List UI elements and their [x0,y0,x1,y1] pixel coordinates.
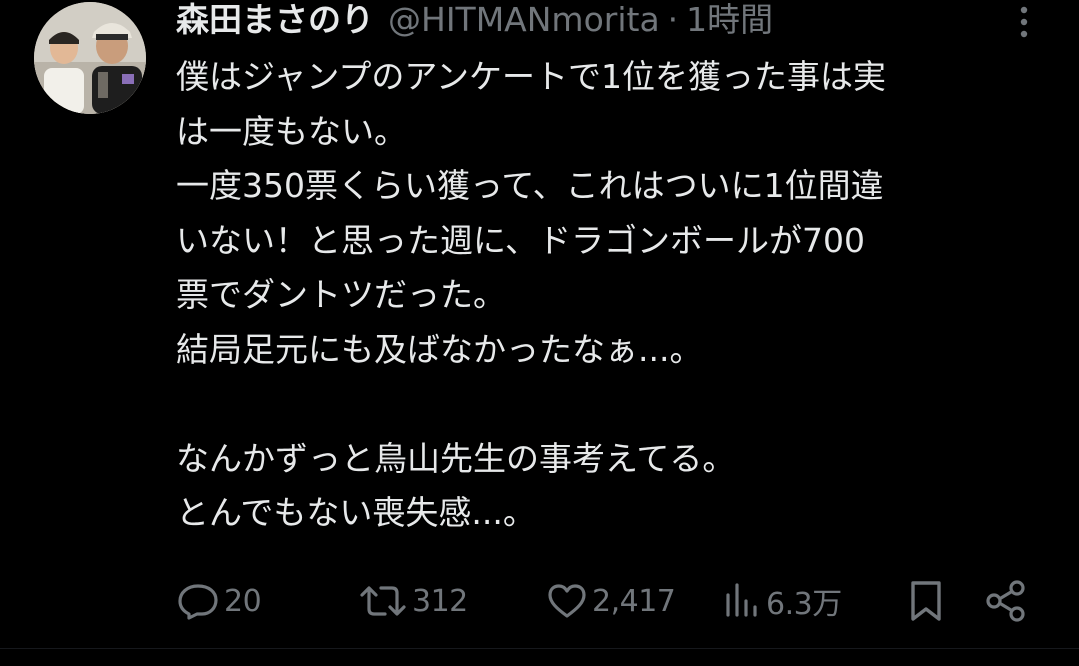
more-vertical-icon [1020,6,1028,38]
reply-button[interactable]: 20 [176,574,262,628]
like-count: 2,417 [592,583,676,619]
divider [0,648,1079,649]
avatar[interactable] [34,2,146,114]
tweet: 森田まさのり @HITMANmorita · 1時間 僕はジャンプのアンケートで… [0,0,1079,666]
tweet-timestamp[interactable]: 1時間 [686,0,773,40]
header-separator: · [667,0,679,39]
reply-icon [178,584,218,620]
share-button[interactable] [984,574,1028,628]
tweet-header: 森田まさのり @HITMANmorita · 1時間 [176,0,773,44]
view-count: 6.3万 [766,587,842,622]
tweet-line: いない！と思った週に、ドラゴンボールが700 [176,220,865,260]
author-handle[interactable]: @HITMANmorita [388,0,660,40]
share-icon [986,580,1025,622]
bookmark-button[interactable] [906,574,946,628]
tweet-line: 一度350票くらい獲って、これはついに1位間違 [176,166,884,205]
like-button[interactable]: 2,417 [546,574,676,628]
tweet-line: 僕はジャンプのアンケートで1位を獲った事は実 [176,57,887,96]
tweet-text: 僕はジャンプのアンケートで1位を獲った事は実 は一度もない。一度350票くらい獲っ… [176,50,1056,541]
retweet-icon [360,586,406,616]
views-button[interactable]: 6.3万 [722,574,842,628]
more-button[interactable] [1008,4,1040,40]
avatar-photo [34,2,146,114]
retweet-count: 312 [412,583,468,619]
heart-icon [548,584,586,618]
retweet-button[interactable]: 312 [358,574,468,628]
tweet-line: は一度もない。 [176,111,407,151]
tweet-line: 票でダントツだった。 [176,275,506,314]
views-bar-chart-icon [726,583,757,617]
reply-count: 20 [224,583,262,619]
tweet-line: 結局足元にも及ばなかったなぁ...。 [176,329,703,369]
author-name[interactable]: 森田まさのり [176,0,374,40]
bookmark-icon [911,581,941,621]
tweet-actions: 20 312 2,417 6.3万 [176,574,1036,628]
tweet-line: とんでもない喪失感...。 [176,493,536,532]
tweet-line: なんかずっと鳥山先生の事考えてる。 [176,438,736,478]
